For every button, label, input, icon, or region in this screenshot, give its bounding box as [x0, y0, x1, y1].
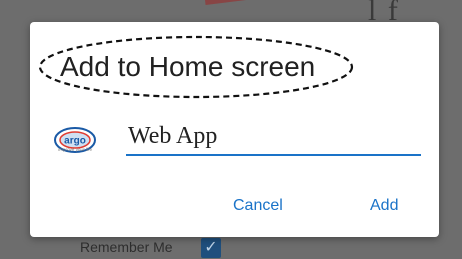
remember-me-label: Remember Me [80, 239, 173, 255]
background-decoration [205, 0, 297, 19]
dialog-title: Add to Home screen [60, 51, 316, 82]
remember-me-checkbox[interactable]: ✓ [201, 238, 221, 258]
add-to-home-dialog: Add to Home screen argo improve your lif… [30, 22, 439, 237]
argo-logo-icon: argo [54, 127, 96, 153]
dialog-actions: Cancel Add [30, 197, 439, 221]
cancel-button[interactable]: Cancel [233, 197, 283, 215]
app-row: argo improve your life [30, 114, 439, 174]
add-button[interactable]: Add [370, 197, 398, 215]
logo-text: argo [64, 136, 86, 147]
dialog-title-area: Add to Home screen [36, 34, 356, 100]
app-name-input[interactable] [126, 118, 421, 156]
logo-tagline: improve your life [57, 147, 92, 152]
